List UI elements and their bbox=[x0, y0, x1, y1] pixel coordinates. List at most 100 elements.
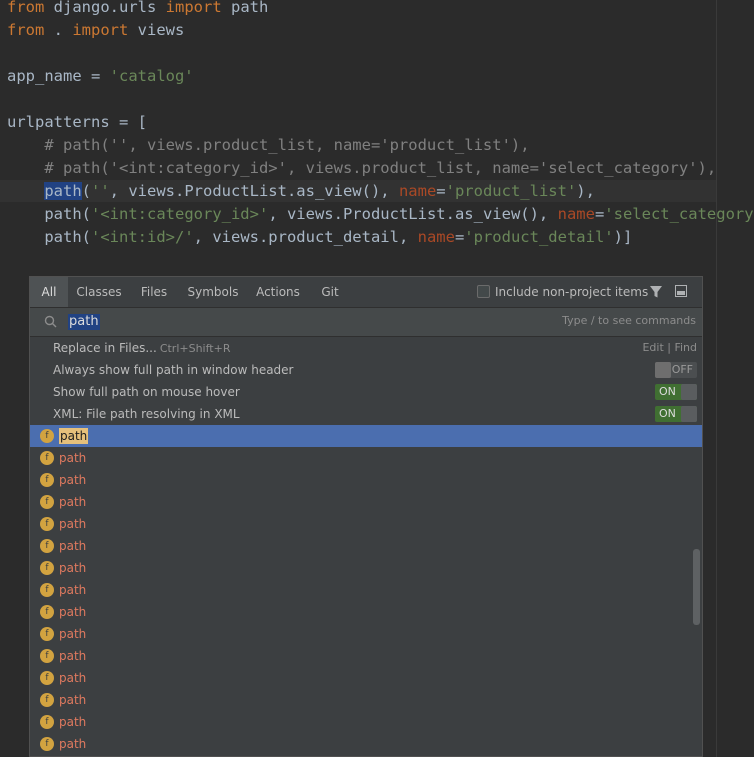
include-non-project-label[interactable]: Include non-project items bbox=[495, 277, 648, 307]
toggle-state: OFF bbox=[671, 363, 693, 376]
toggle-state: ON bbox=[659, 407, 676, 420]
result-row[interactable]: f path bbox=[30, 667, 702, 689]
code-token: )] bbox=[613, 228, 633, 246]
result-row[interactable]: f path bbox=[30, 513, 702, 535]
code-token: import bbox=[72, 21, 129, 39]
function-icon: f bbox=[40, 605, 54, 619]
code-token: app_name = bbox=[7, 67, 110, 85]
code-line[interactable]: # path('<int:category_id>', views.produc… bbox=[7, 157, 716, 180]
result-row[interactable]: f path bbox=[30, 623, 702, 645]
code-token: # path('<int:category_id>', views.produc… bbox=[7, 159, 717, 177]
function-icon: f bbox=[40, 583, 54, 597]
tab-actions[interactable]: Actions bbox=[250, 277, 306, 307]
action-label: XML: File path resolving in XML bbox=[53, 403, 240, 425]
action-label: Show full path on mouse hover bbox=[53, 381, 240, 403]
code-line[interactable]: from django.urls import path bbox=[7, 0, 268, 19]
function-icon: f bbox=[40, 451, 54, 465]
code-token: urlpatterns = [ bbox=[7, 113, 147, 131]
result-label: path bbox=[59, 605, 87, 619]
scrollbar-thumb[interactable] bbox=[693, 549, 700, 625]
code-line[interactable]: app_name = 'catalog' bbox=[7, 65, 194, 88]
toggle-switch[interactable]: ON bbox=[655, 384, 697, 400]
action-row[interactable]: Always show full path in window header OF… bbox=[30, 359, 702, 381]
result-row[interactable]: f path bbox=[30, 469, 702, 491]
code-token: 'catalog' bbox=[109, 67, 194, 85]
tab-symbols[interactable]: Symbols bbox=[182, 277, 244, 307]
code-line[interactable]: urlpatterns = [ bbox=[7, 111, 147, 134]
search-everywhere-popup: All Classes Files Symbols Actions Git In… bbox=[29, 276, 703, 757]
code-line[interactable]: path('<int:category_id>', views.ProductL… bbox=[7, 203, 754, 226]
result-label: path bbox=[59, 561, 87, 575]
result-row-selected[interactable]: f path bbox=[30, 425, 702, 447]
code-token: ( bbox=[81, 182, 91, 200]
action-row[interactable]: Replace in Files... Ctrl+Shift+R Edit | Fi… bbox=[30, 337, 702, 359]
code-line[interactable]: path('', views.ProductList.as_view(), na… bbox=[7, 180, 595, 203]
result-label: path bbox=[59, 737, 87, 751]
result-label: path bbox=[59, 517, 87, 531]
code-token: ), bbox=[576, 182, 595, 200]
result-row[interactable]: f path bbox=[30, 579, 702, 601]
tab-files[interactable]: Files bbox=[133, 277, 175, 307]
tab-classes[interactable]: Classes bbox=[71, 277, 127, 307]
search-bar[interactable]: path Type / to see commands bbox=[30, 308, 702, 337]
result-row[interactable]: f path bbox=[30, 645, 702, 667]
result-label: path bbox=[59, 649, 87, 663]
function-icon: f bbox=[40, 429, 54, 443]
code-line[interactable]: from . import views bbox=[7, 19, 184, 42]
action-row[interactable]: XML: File path resolving in XML ON bbox=[30, 403, 702, 425]
function-icon: f bbox=[40, 495, 54, 509]
code-token: 'product_list' bbox=[445, 182, 577, 200]
action-label-text: XML: File path resolving in XML bbox=[53, 407, 240, 421]
toggle-knob bbox=[655, 362, 671, 378]
filter-icon[interactable] bbox=[649, 285, 663, 299]
result-label: path bbox=[59, 693, 87, 707]
tab-git[interactable]: Git bbox=[315, 277, 345, 307]
result-row[interactable]: f path bbox=[30, 711, 702, 733]
code-token: # path('', views.product_list, name='pro… bbox=[7, 136, 530, 154]
function-icon: f bbox=[40, 649, 54, 663]
code-line[interactable]: path('<int:id>/', views.product_detail, … bbox=[7, 226, 632, 249]
toggle-switch[interactable]: OFF bbox=[655, 362, 697, 378]
code-token: views bbox=[128, 21, 185, 39]
include-non-project-checkbox[interactable] bbox=[477, 285, 490, 298]
code-token: . bbox=[44, 21, 73, 39]
result-row[interactable]: f path bbox=[30, 557, 702, 579]
result-row[interactable]: f path bbox=[30, 733, 702, 755]
result-row[interactable]: f path bbox=[30, 491, 702, 513]
function-icon: f bbox=[40, 737, 54, 751]
result-row[interactable]: f path bbox=[30, 689, 702, 711]
action-label: Always show full path in window header bbox=[53, 359, 294, 381]
right-margin-guide bbox=[716, 0, 717, 757]
search-input[interactable]: path bbox=[68, 314, 100, 330]
action-label-text: Always show full path in window header bbox=[53, 363, 294, 377]
result-row[interactable]: f path bbox=[30, 535, 702, 557]
function-icon: f bbox=[40, 715, 54, 729]
code-token: = bbox=[454, 228, 465, 246]
action-label-text: Replace in Files... bbox=[53, 341, 157, 355]
code-token: django.urls bbox=[44, 0, 166, 16]
action-row[interactable]: Show full path on mouse hover ON bbox=[30, 381, 702, 403]
toggle-knob bbox=[681, 384, 697, 400]
open-in-find-window-icon[interactable] bbox=[675, 285, 687, 297]
tab-all[interactable]: All bbox=[30, 277, 68, 307]
code-token: name bbox=[417, 228, 455, 246]
code-token: name bbox=[557, 205, 595, 223]
tab-bar: All Classes Files Symbols Actions Git In… bbox=[30, 277, 702, 308]
result-row[interactable]: f path bbox=[30, 601, 702, 623]
code-token: '<int:id>/' bbox=[91, 228, 194, 246]
action-group: Edit | Find bbox=[642, 341, 697, 354]
code-token: import bbox=[165, 0, 222, 16]
result-label: path bbox=[59, 451, 87, 465]
function-icon: f bbox=[40, 693, 54, 707]
result-label: path bbox=[59, 671, 87, 685]
toggle-state: ON bbox=[659, 385, 676, 398]
code-line[interactable]: # path('', views.product_list, name='pro… bbox=[7, 134, 530, 157]
search-hint: Type / to see commands bbox=[562, 314, 696, 327]
result-label: path bbox=[59, 715, 87, 729]
result-row[interactable]: f path bbox=[30, 447, 702, 469]
toggle-switch[interactable]: ON bbox=[655, 406, 697, 422]
code-token: path bbox=[221, 0, 269, 16]
code-token: = bbox=[436, 182, 446, 200]
function-icon: f bbox=[40, 473, 54, 487]
